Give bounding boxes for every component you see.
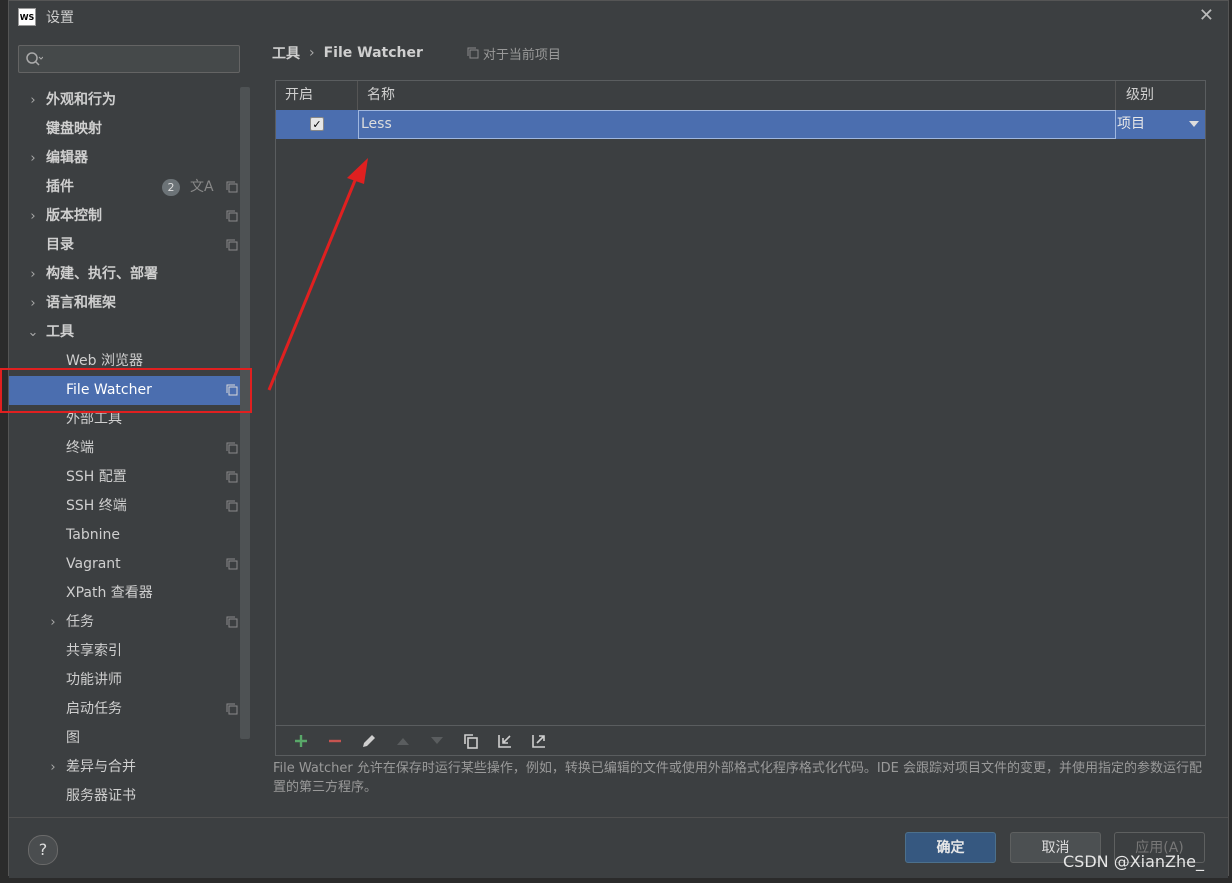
webstorm-logo-icon: WS bbox=[18, 8, 36, 26]
sidebar-scrollbar[interactable] bbox=[240, 87, 250, 739]
sidebar-item-diff-merge[interactable]: › 差异与合并 bbox=[9, 753, 240, 782]
enabled-checkbox[interactable]: ✓ bbox=[310, 117, 324, 131]
close-icon[interactable]: ✕ bbox=[1199, 5, 1214, 26]
sidebar-item-features-trainer[interactable]: 功能讲师 bbox=[9, 666, 240, 695]
project-scope-icon bbox=[226, 210, 238, 222]
breadcrumb-parent[interactable]: 工具 bbox=[272, 43, 300, 63]
sidebar-item-tasks[interactable]: › 任务 bbox=[9, 608, 240, 637]
breadcrumb: 工具 › File Watcher 对于当前项目 bbox=[272, 43, 561, 63]
title-bar: WS 设置 ✕ bbox=[9, 1, 1228, 33]
settings-dialog: WS 设置 ✕ › 外观和行为 键盘映射 › 编辑器 插件 2 文A › 版本控… bbox=[8, 0, 1229, 878]
export-button[interactable] bbox=[522, 730, 556, 752]
sidebar-item-ssh-config[interactable]: SSH 配置 bbox=[9, 463, 240, 492]
chevron-right-icon[interactable]: › bbox=[46, 753, 60, 782]
sidebar-item-appearance[interactable]: › 外观和行为 bbox=[9, 86, 240, 115]
window-title: 设置 bbox=[46, 10, 74, 26]
project-scope-icon bbox=[226, 442, 238, 454]
annotation-highlight-box bbox=[0, 368, 252, 413]
sidebar-item-tabnine[interactable]: Tabnine bbox=[9, 521, 240, 550]
pencil-icon bbox=[363, 734, 375, 747]
table-header: 开启 名称 级别 bbox=[276, 81, 1205, 111]
column-header-name[interactable]: 名称 bbox=[358, 81, 1116, 110]
file-watcher-description: File Watcher 允许在保存时运行某些操作，例如，转换已编辑的文件或使用… bbox=[273, 761, 1203, 795]
sidebar-item-terminal[interactable]: 终端 bbox=[9, 434, 240, 463]
table-toolbar bbox=[275, 726, 1206, 756]
chevron-down-icon[interactable]: ⌄ bbox=[26, 318, 40, 347]
sidebar-item-ssh-terminal[interactable]: SSH 终端 bbox=[9, 492, 240, 521]
translate-icon: 文A bbox=[190, 179, 214, 195]
project-scope-note: 对于当前项目 bbox=[467, 44, 561, 63]
level-select[interactable]: 项目 bbox=[1117, 110, 1205, 139]
watermark-text: CSDN @XianZhe_ bbox=[1063, 852, 1204, 871]
arrow-up-icon bbox=[397, 737, 409, 745]
add-icon bbox=[295, 734, 307, 747]
copy-button[interactable] bbox=[454, 730, 488, 752]
chevron-right-icon[interactable]: › bbox=[26, 260, 40, 289]
project-scope-icon bbox=[226, 239, 238, 251]
search-icon bbox=[26, 52, 43, 66]
sidebar-item-server-certificates[interactable]: 服务器证书 bbox=[9, 782, 240, 811]
settings-tree: › 外观和行为 键盘映射 › 编辑器 插件 2 文A › 版本控制 目录 › 构… bbox=[9, 86, 240, 811]
search-input[interactable] bbox=[18, 45, 240, 73]
sidebar-item-languages[interactable]: › 语言和框架 bbox=[9, 289, 240, 318]
settings-content: 工具 › File Watcher 对于当前项目 开启 名称 级别 ✓ Less… bbox=[251, 33, 1228, 817]
breadcrumb-separator-icon: › bbox=[309, 45, 315, 61]
project-scope-icon bbox=[226, 558, 238, 570]
ok-button[interactable]: 确定 bbox=[905, 832, 996, 863]
sidebar-item-vcs[interactable]: › 版本控制 bbox=[9, 202, 240, 231]
project-scope-icon bbox=[226, 703, 238, 715]
table-row[interactable]: ✓ Less 项目 bbox=[276, 110, 1205, 139]
dialog-footer: ? 确定 取消 应用(A) bbox=[9, 817, 1228, 878]
settings-sidebar: › 外观和行为 键盘映射 › 编辑器 插件 2 文A › 版本控制 目录 › 构… bbox=[9, 33, 251, 817]
column-header-level[interactable]: 级别 bbox=[1116, 81, 1205, 110]
export-icon bbox=[532, 734, 545, 748]
move-down-button[interactable] bbox=[420, 730, 454, 752]
column-header-enabled[interactable]: 开启 bbox=[276, 81, 358, 110]
sidebar-item-tools[interactable]: ⌄ 工具 bbox=[9, 318, 240, 347]
sidebar-item-directories[interactable]: 目录 bbox=[9, 231, 240, 260]
copy-icon bbox=[464, 733, 478, 749]
sidebar-item-shared-indexes[interactable]: 共享索引 bbox=[9, 637, 240, 666]
add-button[interactable] bbox=[284, 730, 318, 752]
project-scope-icon bbox=[467, 47, 479, 59]
sidebar-item-startup-tasks[interactable]: 启动任务 bbox=[9, 695, 240, 724]
breadcrumb-current: File Watcher bbox=[323, 45, 423, 61]
import-icon bbox=[498, 734, 511, 748]
import-button[interactable] bbox=[488, 730, 522, 752]
sidebar-item-plugins[interactable]: 插件 2 文A bbox=[9, 173, 240, 202]
dropdown-arrow-icon[interactable] bbox=[1189, 121, 1199, 127]
edit-button[interactable] bbox=[352, 730, 386, 752]
arrow-down-icon bbox=[431, 736, 443, 744]
sidebar-item-build[interactable]: › 构建、执行、部署 bbox=[9, 260, 240, 289]
chevron-right-icon[interactable]: › bbox=[26, 289, 40, 318]
project-scope-icon bbox=[226, 500, 238, 512]
file-watchers-table: 开启 名称 级别 ✓ Less 项目 bbox=[275, 80, 1206, 726]
sidebar-item-editor[interactable]: › 编辑器 bbox=[9, 144, 240, 173]
remove-icon bbox=[329, 739, 341, 742]
sidebar-item-xpath-viewer[interactable]: XPath 查看器 bbox=[9, 579, 240, 608]
sidebar-item-keymap[interactable]: 键盘映射 bbox=[9, 115, 240, 144]
chevron-right-icon[interactable]: › bbox=[26, 86, 40, 115]
chevron-right-icon[interactable]: › bbox=[46, 608, 60, 637]
watcher-name-field[interactable]: Less bbox=[358, 110, 1116, 139]
sidebar-item-diagrams[interactable]: 图 bbox=[9, 724, 240, 753]
help-button[interactable]: ? bbox=[28, 835, 58, 865]
project-scope-icon bbox=[226, 616, 238, 628]
plugin-update-badge: 2 bbox=[162, 179, 180, 196]
remove-button[interactable] bbox=[318, 730, 352, 752]
chevron-right-icon[interactable]: › bbox=[26, 144, 40, 173]
move-up-button[interactable] bbox=[386, 730, 420, 752]
project-scope-icon bbox=[226, 471, 238, 483]
chevron-right-icon[interactable]: › bbox=[26, 202, 40, 231]
project-scope-icon bbox=[226, 181, 238, 193]
sidebar-item-vagrant[interactable]: Vagrant bbox=[9, 550, 240, 579]
